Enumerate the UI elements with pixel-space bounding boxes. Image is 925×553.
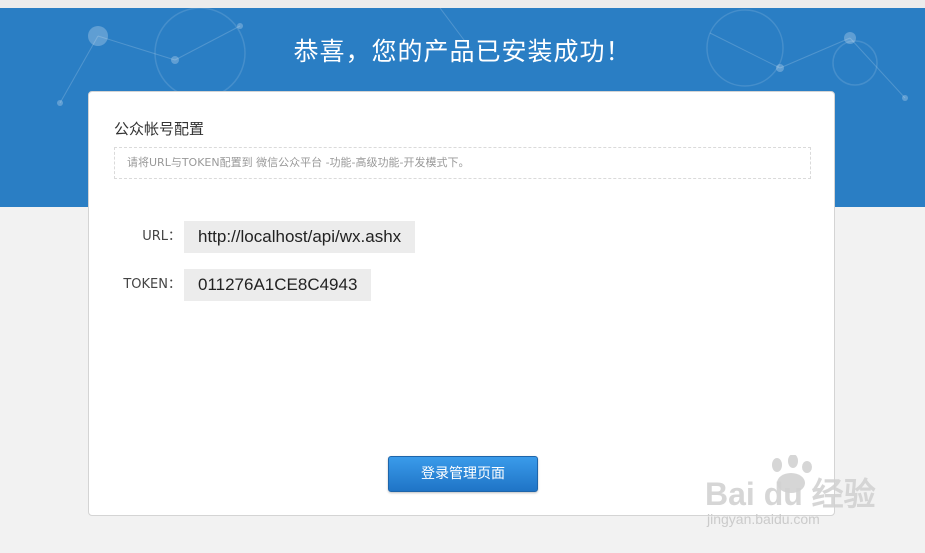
config-card: 公众帐号配置 请将URL与TOKEN配置到 微信公众平台 -功能-高级功能-开发… bbox=[88, 91, 835, 516]
page-title: 恭喜，您的产品已安装成功！ bbox=[293, 37, 632, 66]
config-section-title: 公众帐号配置 bbox=[114, 120, 205, 138]
login-admin-button[interactable]: 登录管理页面 bbox=[388, 456, 538, 492]
baidu-jingyan-watermark: Bai du 经验 jingyan.baidu.com bbox=[705, 455, 905, 535]
url-value[interactable]: http://localhost/api/wx.ashx bbox=[184, 221, 416, 253]
watermark-logo-text: Bai du 经验 bbox=[705, 476, 876, 512]
config-hint: 请将URL与TOKEN配置到 微信公众平台 -功能-高级功能-开发模式下。 bbox=[114, 147, 811, 179]
token-label: TOKEN： bbox=[123, 277, 181, 292]
url-label: URL： bbox=[142, 229, 181, 244]
watermark-url-text: jingyan.baidu.com bbox=[707, 511, 820, 527]
token-value[interactable]: 011276A1CE8C4943 bbox=[184, 269, 372, 301]
